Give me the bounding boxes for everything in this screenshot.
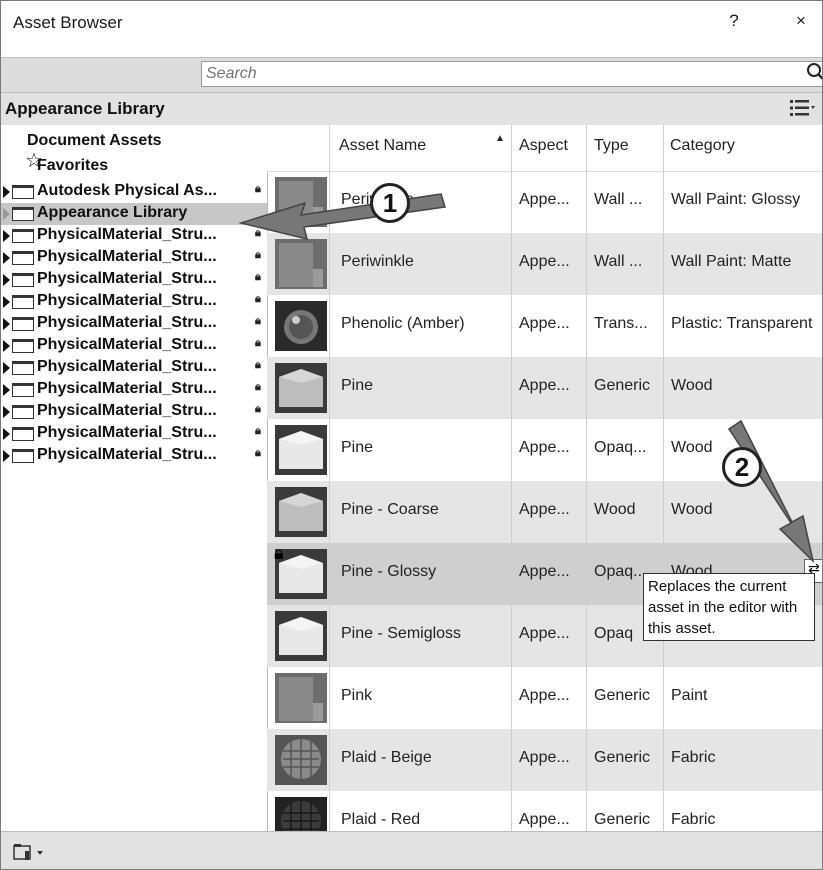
asset-browser-window: Asset Browser ? × Appearance Library Doc… <box>0 0 823 870</box>
callout-1: 1 <box>370 183 410 223</box>
replace-asset-tooltip: Replaces the current asset in the editor… <box>643 573 815 641</box>
annotation-arrows <box>238 193 815 564</box>
callout-2: 2 <box>722 447 762 487</box>
